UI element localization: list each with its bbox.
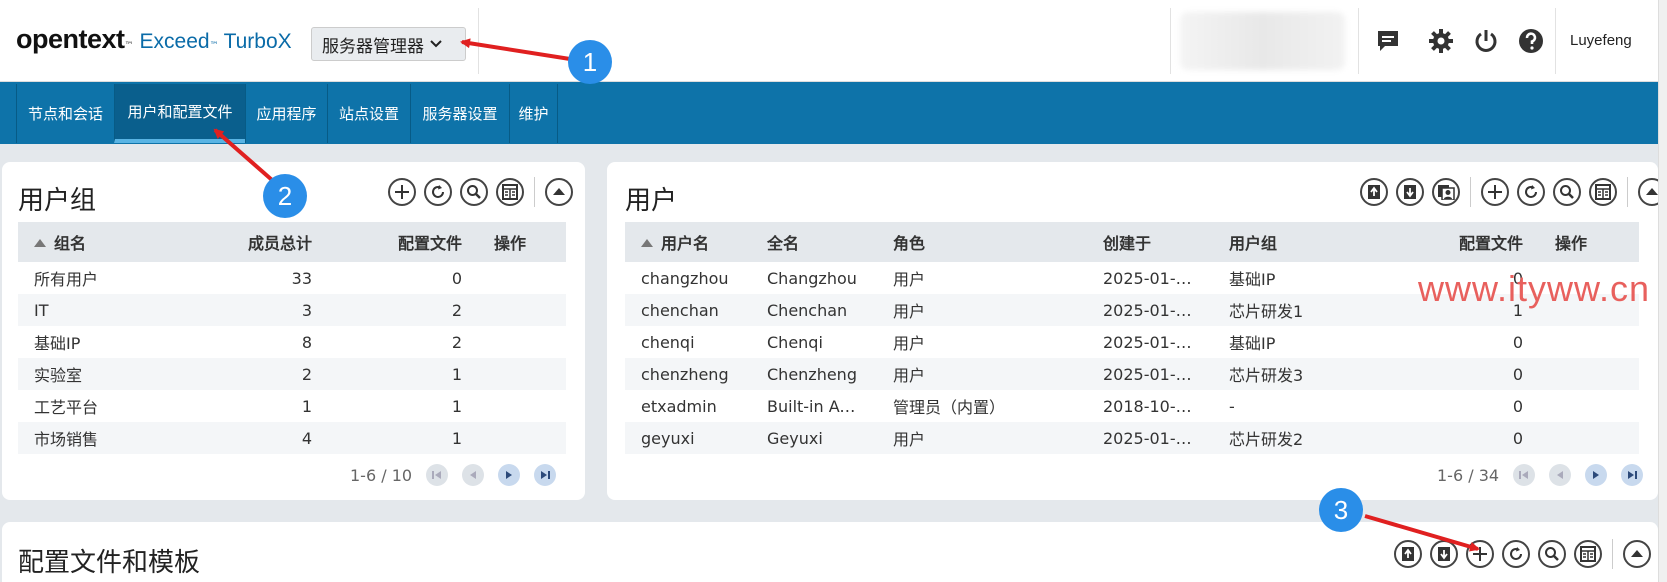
annotation-arrow-2 [213,128,274,182]
scrollbar[interactable] [1658,0,1667,582]
annotation-arrows [213,38,1480,552]
annotation-badge-2: 2 [263,174,307,218]
annotation-badge-1: 1 [568,40,612,84]
annotation-arrow-3 [1364,514,1480,552]
annotation-arrow-1 [460,38,571,61]
annotation-badge-3: 3 [1319,488,1363,532]
